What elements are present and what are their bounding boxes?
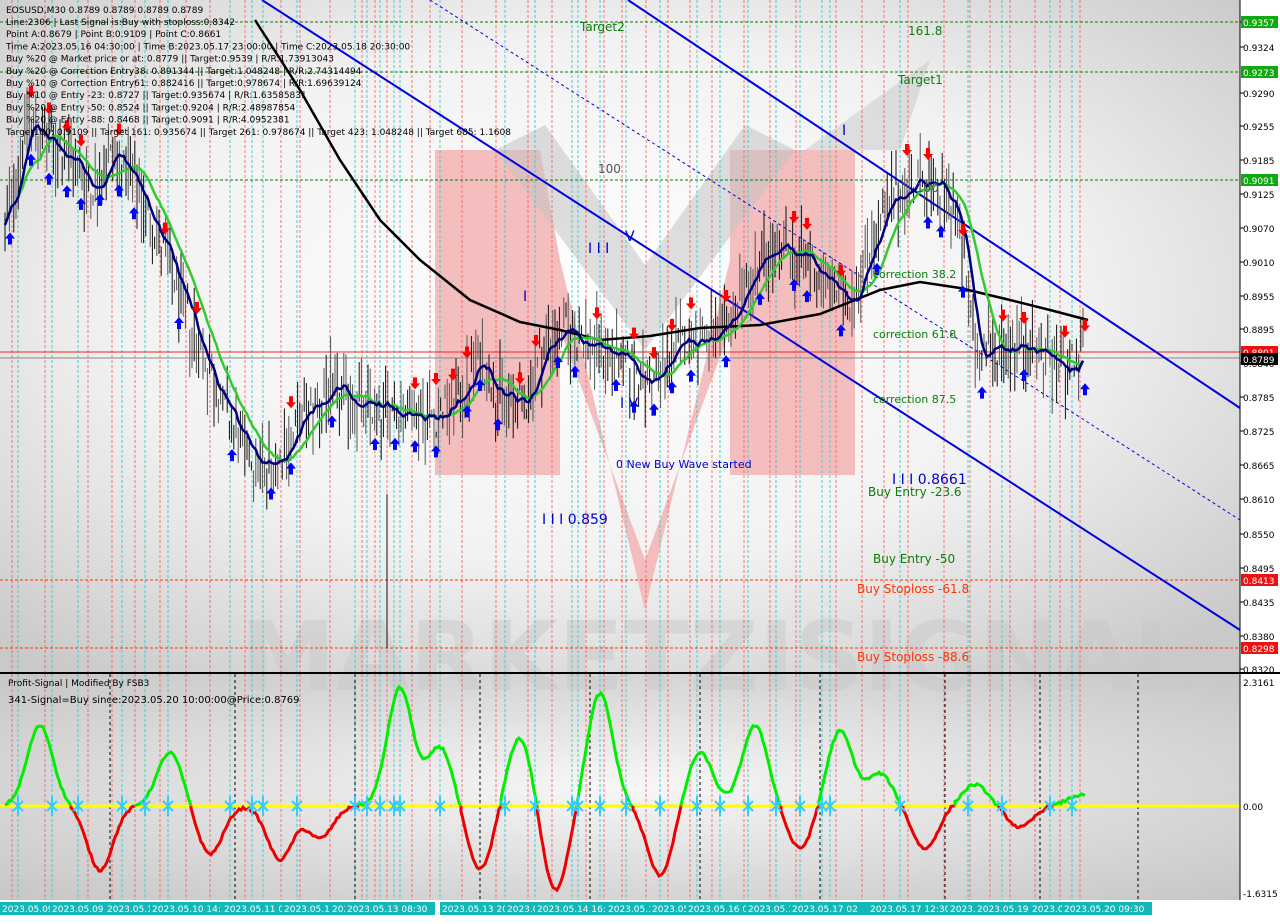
time-axis-label: 2023.05.14 16:30 [537,905,618,915]
info-line: Buy %10 @ Entry -23: 0.8727 || Target:0.… [6,91,307,101]
price-tick-label: 0.8895 [1243,326,1275,336]
label-wave-i-right: I [842,123,846,139]
label-correction-382: correction 38.2 [873,268,956,281]
time-axis-label: 2023.05.16 04 [688,905,754,915]
info-line: Line:2306 | Last Signal is:Buy with stop… [6,18,235,28]
price-tick-label: 0.8955 [1243,293,1275,303]
chart-window: MARKETZISIGNAL Target2 Target1 161.8 100… [0,0,1280,920]
oscillator-axis-label: 0.00 [1243,803,1263,813]
price-tick-label: 0.8320 [1243,666,1275,676]
watermark-text: MARKETZISIGNAL [240,601,1194,713]
info-line: Buy %20 @ Correction Entry38: 0.891344 |… [6,67,362,77]
price-level-label: 0.8789 [1243,356,1275,366]
label-fib-100-right: 100 [916,181,939,195]
label-buy-entry-50: Buy Entry -50 [873,552,955,566]
label-correction-875: correction 87.5 [873,393,956,406]
label-wave-iv: I V [620,396,639,412]
price-tick-label: 0.8435 [1243,599,1275,609]
time-axis-label: 2023.05.10 14:30 [152,905,233,915]
price-tick-label: 0.9255 [1243,123,1275,133]
info-line: Buy %20 @ Market price or at: 0.8779 || … [6,55,334,65]
label-wave-v: V [625,229,635,245]
price-tick-label: 0.8550 [1243,531,1275,541]
time-axis-label: 2023.05.17 12:30 [870,905,951,915]
price-level-label: 0.9091 [1243,177,1275,187]
symbol-line: EOSUSD,M30 0.8789 0.8789 0.8789 0.8789 [6,6,203,16]
label-wave-iii: I I I [588,241,609,257]
price-tick-label: 0.9185 [1243,157,1275,167]
info-line: Target100: 0.9109 || Target 161: 0.93567… [5,128,511,138]
price-tick-label: 0.8610 [1243,496,1275,506]
price-axis-bg [1240,0,1280,920]
time-axis-label: 2023.05.20 09:30 [1064,905,1145,915]
label-buy-stoploss-618: Buy Stoploss -61.8 [857,582,969,596]
price-level-label: 0.8413 [1243,577,1275,587]
price-level-label: 0.9273 [1243,69,1275,79]
info-line: Buy %10 @ Correction Entry61: 0.882416 |… [6,79,362,89]
label-wave-i: I [523,289,527,305]
price-tick-label: 0.8665 [1243,462,1275,472]
pane-separator [0,672,1280,674]
info-line: Time A:2023.05.16 04:30:00 | Time B:2023… [5,42,410,52]
label-target1: Target1 [897,73,943,87]
price-tick-label: 0.8495 [1243,565,1275,575]
price-tick-label: 0.9070 [1243,225,1275,235]
price-level-label: 0.9357 [1243,19,1275,29]
time-axis-label: 2023.05.17 02 [792,905,858,915]
label-correction-618: correction 61.8 [873,328,956,341]
price-tick-label: 0.8380 [1243,633,1275,643]
time-axis: 2023.05.09 00:32023.05.09 182023.05.10 0… [0,902,1152,915]
time-axis-label: 2023.05.13 08:30 [347,905,428,915]
info-line: Buy %20 @ Entry -50: 0.8524 || Target:0.… [6,103,296,113]
oscillator-signal: 341-Signal=Buy since:2023.05.20 10:00:00… [8,695,300,706]
oscillator-axis-label: -1.6315 [1243,890,1278,900]
chart-canvas: MARKETZISIGNAL Target2 Target1 161.8 100… [0,0,1280,920]
price-level-label: 0.8298 [1243,645,1275,655]
label-wave-iii-price: I I I 0.859 [542,512,608,528]
price-tick-label: 0.8785 [1243,394,1275,404]
price-tick-label: 0.9125 [1243,191,1275,201]
oscillator-title: Profit-Signal | Modified By FSB3 [8,679,149,689]
label-wave-start: 0 New Buy Wave started [616,458,752,471]
label-fib-1618: 161.8 [908,24,942,38]
oscillator-axis-label: 2.3161 [1243,679,1275,689]
price-tick-label: 0.8725 [1243,428,1275,438]
price-tick-label: 0.9290 [1243,90,1275,100]
price-tick-label: 0.9324 [1243,44,1275,54]
price-tick-label: 0.9010 [1243,259,1275,269]
info-line: Buy %20 @ Entry -88: 0.8468 || Target:0.… [6,116,290,126]
label-buy-stoploss-886: Buy Stoploss -88.6 [857,650,969,664]
label-fib-100-left: 100 [598,162,621,176]
info-line: Point A:0.8679 | Point B:0.9109 | Point … [6,30,221,40]
label-buy-entry-236: Buy Entry -23.6 [868,485,962,499]
label-target2: Target2 [579,20,625,34]
